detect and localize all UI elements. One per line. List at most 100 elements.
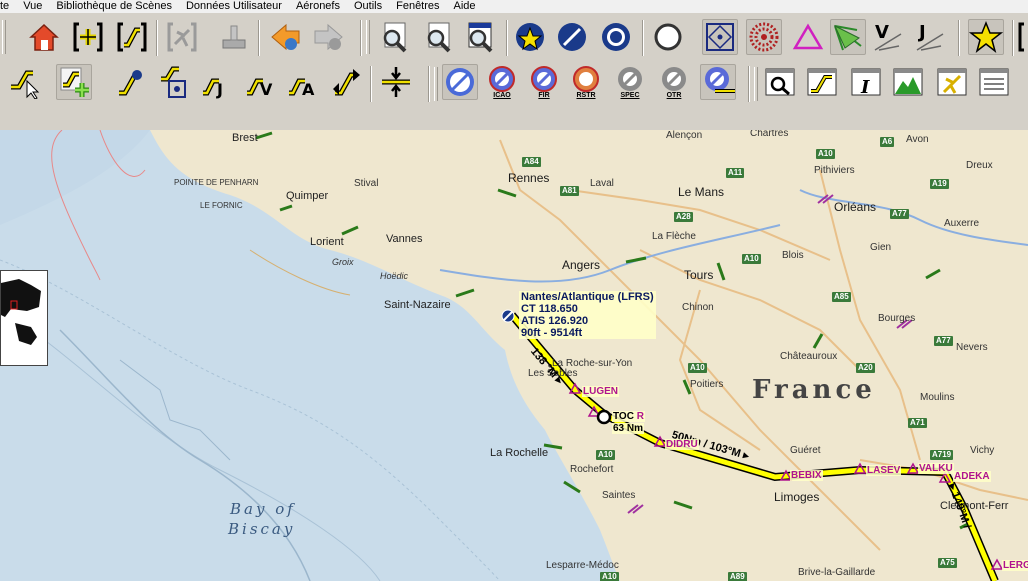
eraser-button[interactable] bbox=[216, 19, 252, 55]
home-button[interactable] bbox=[26, 19, 62, 55]
city-label: Brest bbox=[232, 132, 258, 144]
toc-distance-label: 63 Nm bbox=[612, 423, 645, 434]
airspace-toggle-button[interactable] bbox=[442, 64, 478, 100]
bracket-icon bbox=[1018, 22, 1024, 52]
zoom-out-button[interactable] bbox=[420, 19, 456, 55]
show-favorite-button[interactable] bbox=[512, 19, 548, 55]
back-button[interactable] bbox=[268, 19, 304, 55]
legend-window-button[interactable] bbox=[976, 64, 1012, 100]
waypoint-label[interactable]: BEBIX bbox=[790, 470, 823, 481]
road-shield: A6 bbox=[880, 137, 895, 147]
profile-window-button[interactable] bbox=[890, 64, 926, 100]
menu-item-file[interactable]: te bbox=[0, 1, 9, 12]
city-label: Pithiviers bbox=[814, 165, 855, 176]
search-window-icon bbox=[765, 68, 795, 96]
show-ndb-button[interactable] bbox=[746, 19, 782, 55]
show-ils-button[interactable] bbox=[830, 19, 866, 55]
info-window-button[interactable]: I bbox=[848, 64, 884, 100]
road-shield: A719 bbox=[930, 450, 954, 460]
forward-button[interactable] bbox=[310, 19, 346, 55]
add-jet-button[interactable]: J bbox=[198, 64, 234, 100]
icao-label: ICAO bbox=[493, 92, 511, 99]
aircraft-disabled-button[interactable] bbox=[164, 19, 200, 55]
map-center-button[interactable] bbox=[598, 19, 634, 55]
waypoint-label[interactable]: DIDRU bbox=[665, 439, 699, 450]
airport-info-box: Nantes/Atlantique (LFRS) CT 118.650 ATIS… bbox=[519, 291, 656, 339]
road-shield: A10 bbox=[742, 254, 761, 264]
ils-feather-icon bbox=[833, 24, 862, 51]
city-label: Quimper bbox=[286, 190, 329, 202]
new-plan-icon bbox=[73, 22, 103, 52]
select-route-button[interactable] bbox=[6, 64, 42, 100]
toolbar-grip[interactable] bbox=[2, 20, 6, 54]
airspace-altitude-icon bbox=[705, 67, 735, 93]
toolbar-grip[interactable] bbox=[754, 67, 758, 101]
reverse-route-button[interactable] bbox=[328, 64, 364, 100]
city-label: Saintes bbox=[602, 490, 636, 501]
show-airports-button[interactable] bbox=[650, 19, 686, 55]
city-label: Avon bbox=[906, 134, 929, 145]
toolbar-grip[interactable] bbox=[366, 20, 370, 54]
zoom-in-button[interactable] bbox=[376, 19, 412, 55]
victor-airway-icon: V bbox=[874, 22, 902, 51]
add-approach-button[interactable]: A bbox=[284, 64, 320, 100]
toolbar-overflow[interactable] bbox=[1016, 19, 1028, 55]
overview-minimap[interactable] bbox=[0, 270, 48, 366]
show-vor-button[interactable] bbox=[702, 19, 738, 55]
add-airport-button[interactable] bbox=[112, 64, 148, 100]
menu-item-aircraft[interactable]: Aéronefs bbox=[296, 1, 340, 12]
zoom-to-plan-button[interactable] bbox=[462, 19, 498, 55]
svg-text:J: J bbox=[216, 80, 223, 99]
map-view[interactable]: Brest Quimper Stival Lorient Vannes Renn… bbox=[0, 130, 1028, 581]
waypoint-label[interactable]: LUGEN bbox=[582, 386, 619, 397]
city-label: Blois bbox=[782, 250, 804, 261]
waypoint-label[interactable]: LERG bbox=[1002, 560, 1028, 571]
jet-airway-icon: J bbox=[916, 22, 944, 51]
menu-item-user-data[interactable]: Données Utilisateur bbox=[186, 1, 282, 12]
add-to-flightplan-button[interactable] bbox=[56, 64, 92, 100]
city-label: Clermont-Ferr bbox=[940, 500, 1009, 512]
menu-item-tools[interactable]: Outils bbox=[354, 1, 382, 12]
airspace-altitude-button[interactable] bbox=[700, 64, 736, 100]
airspace-special-button[interactable]: SPEC bbox=[612, 64, 648, 100]
svg-text:I: I bbox=[860, 77, 870, 98]
center-aircraft-button[interactable] bbox=[554, 19, 590, 55]
city-label: Alençon bbox=[666, 130, 703, 141]
airport-ring-icon bbox=[654, 23, 682, 51]
aircraft-window-button[interactable] bbox=[934, 64, 970, 100]
airport-atis-frequency: ATIS 126.920 bbox=[521, 315, 589, 327]
waypoint-label[interactable]: VALKU bbox=[918, 463, 954, 474]
airspace-fir-button[interactable]: FIR bbox=[526, 64, 562, 100]
city-label: Lesparre-Médoc bbox=[546, 560, 619, 571]
show-favorites-button[interactable] bbox=[968, 19, 1004, 55]
open-flightplan-button[interactable] bbox=[114, 19, 150, 55]
waypoint-label[interactable]: LASEV bbox=[866, 465, 902, 476]
city-label: Tours bbox=[684, 268, 714, 282]
add-victor-button[interactable]: V bbox=[242, 64, 278, 100]
toolbar-grip[interactable] bbox=[434, 67, 438, 101]
menu-item-help[interactable]: Aide bbox=[454, 1, 476, 12]
circle-icon bbox=[602, 23, 630, 51]
add-navaid-button[interactable] bbox=[156, 64, 192, 100]
insert-point-button[interactable] bbox=[378, 64, 414, 100]
show-victor-airways-button[interactable]: V bbox=[870, 19, 906, 55]
flightplan-window-button[interactable] bbox=[804, 64, 840, 100]
airspace-other-button[interactable]: OTR bbox=[656, 64, 692, 100]
airspace-restricted-button[interactable]: RSTR bbox=[568, 64, 604, 100]
menu-item-view[interactable]: Vue bbox=[23, 1, 42, 12]
toc-label[interactable]: TOC R bbox=[612, 411, 645, 422]
show-waypoints-button[interactable] bbox=[790, 19, 826, 55]
city-label: Vichy bbox=[970, 445, 995, 456]
stamp-icon bbox=[222, 25, 246, 49]
city-label: Saint-Nazaire bbox=[384, 299, 451, 311]
toolbar-separator bbox=[370, 66, 372, 102]
show-jet-airways-button[interactable]: J bbox=[912, 19, 948, 55]
search-window-button[interactable] bbox=[762, 64, 798, 100]
new-flightplan-button[interactable] bbox=[70, 19, 106, 55]
waypoint-label[interactable]: ADEKA bbox=[953, 471, 991, 482]
island-label: Hoëdic bbox=[380, 271, 409, 281]
airspace-icao-button[interactable]: ICAO bbox=[484, 64, 520, 100]
main-toolbar: V J bbox=[0, 13, 1028, 62]
menu-item-windows[interactable]: Fenêtres bbox=[396, 1, 439, 12]
menu-item-scenery-library[interactable]: Bibliothèque de Scènes bbox=[56, 1, 172, 12]
